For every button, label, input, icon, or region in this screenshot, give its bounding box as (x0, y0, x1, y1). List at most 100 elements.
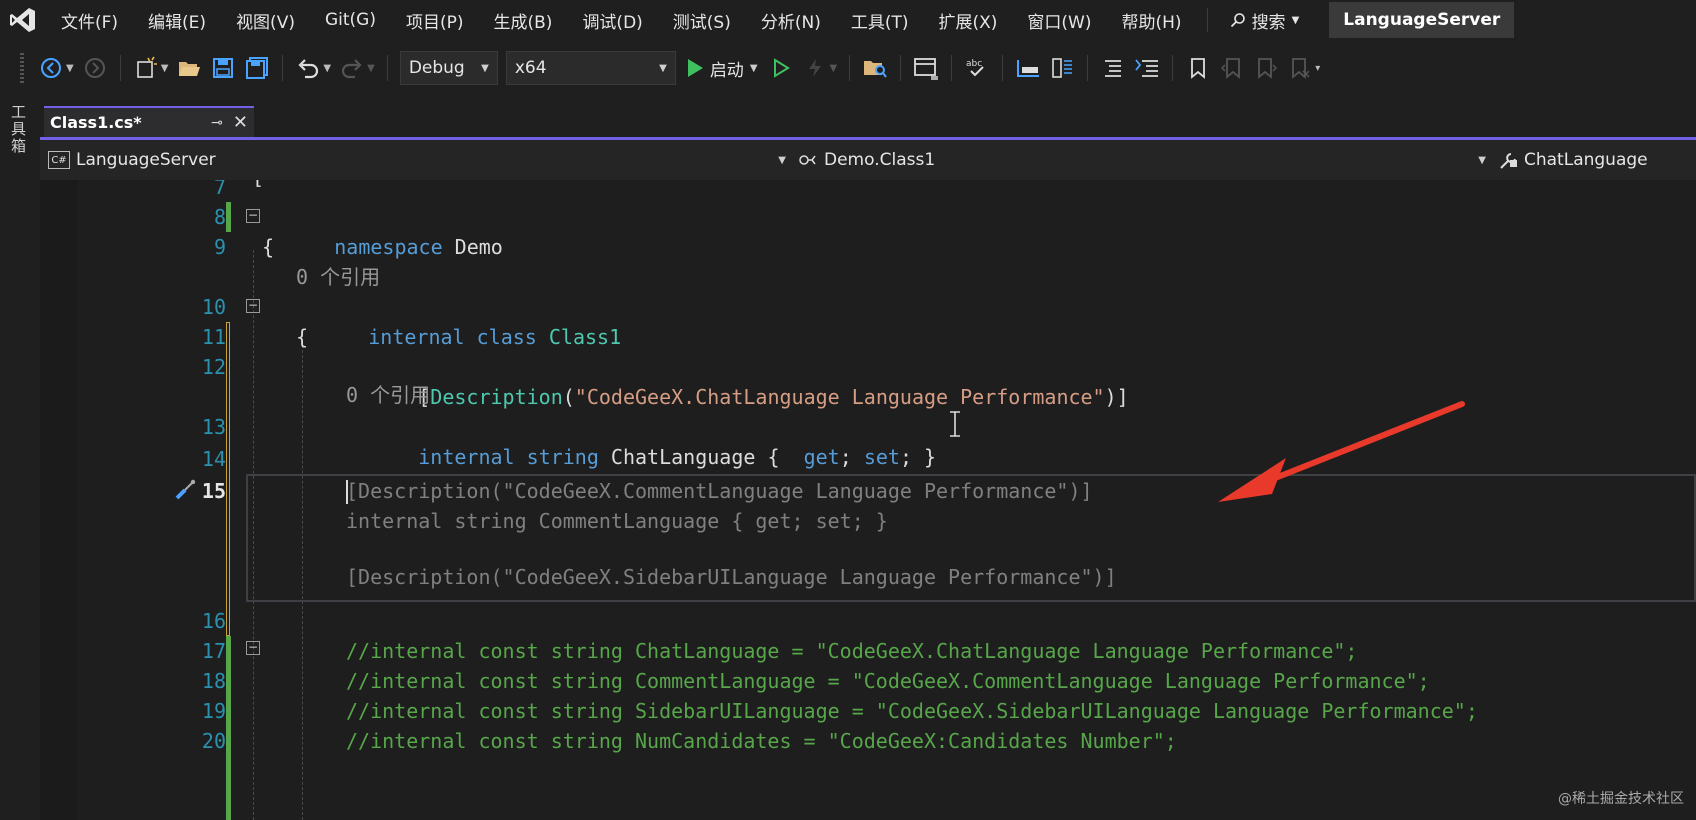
code-line: 17 //internal const string ChatLanguage … (40, 636, 1696, 666)
redo-button[interactable] (338, 53, 366, 83)
window-layout-icon (914, 58, 939, 80)
comment-text: //internal const string NumCandidates = … (346, 729, 1177, 753)
play-outline-icon (773, 58, 790, 78)
codelens-button[interactable] (1014, 53, 1042, 83)
toggle-window-button[interactable] (912, 53, 940, 83)
clear-bookmarks-button (1286, 53, 1314, 83)
line-number: 7 (213, 180, 226, 199)
find-in-files-button[interactable] (861, 53, 889, 83)
line-number: 10 (201, 295, 226, 319)
navigate-back-button[interactable] (37, 53, 65, 83)
code-editor[interactable]: − − − [ 7 8 namespace Demo 9 { 0 个引用 10 … (40, 180, 1696, 820)
chevron-down-icon[interactable]: ▼ (66, 63, 74, 74)
menu-file[interactable]: 文件(F) (46, 8, 133, 33)
codelens-icon (1017, 60, 1040, 77)
toolbar-overflow-icon[interactable]: ▾ (1315, 63, 1320, 74)
toolbar-grip[interactable] (20, 53, 24, 83)
comment-text: //internal const string SidebarUILanguag… (346, 699, 1478, 723)
code-map-icon (1052, 58, 1073, 78)
uncomment-button[interactable] (1133, 53, 1161, 83)
code-line: 16 (40, 606, 1696, 636)
navigate-forward-button[interactable] (81, 53, 109, 83)
uncomment-lines-icon (1135, 59, 1159, 77)
menu-analyze[interactable]: 分析(N) (746, 8, 836, 33)
search-label: 搜索 (1251, 12, 1286, 33)
code-line: 10 internal class Class1 (40, 292, 1696, 349)
comment-lines-icon (1105, 60, 1122, 77)
code-text: { (262, 235, 275, 259)
member-dropdown[interactable]: ChatLanguage (1496, 145, 1696, 175)
chevron-down-icon: ▼ (1478, 154, 1486, 166)
close-icon[interactable]: ✕ (233, 112, 248, 133)
text-cursor-icon (950, 411, 960, 437)
chevron-down-icon[interactable]: ▼ (323, 63, 331, 74)
line-number: 19 (201, 699, 226, 723)
menu-divider (1206, 8, 1208, 32)
toolbox-tab[interactable]: 工具箱 (8, 104, 29, 155)
menu-tools[interactable]: 工具(T) (836, 8, 924, 33)
save-all-button[interactable] (243, 53, 271, 83)
toggle-bookmark-button[interactable] (1184, 53, 1212, 83)
csharp-project-icon: C# (48, 151, 70, 169)
menu-extensions[interactable]: 扩展(X) (924, 8, 1013, 33)
project-dropdown[interactable]: C# LanguageServer ▼ (40, 145, 796, 175)
side-tool-strip: 工具箱 (0, 96, 40, 820)
code-line: 20 //internal const string NumCandidates… (40, 726, 1696, 756)
ghost-suggestion-text: [Description("CodeGeeX.SidebarUILanguage… (346, 565, 1117, 589)
navigate-forward-icon (84, 58, 105, 78)
class-icon (799, 155, 816, 165)
line-number: 17 (201, 639, 226, 663)
codelens-references-link[interactable]: 0 个引用 (296, 262, 380, 292)
svg-text:abc: abc (966, 59, 982, 69)
spell-check-button[interactable]: abc (963, 53, 991, 83)
undo-icon (298, 59, 319, 79)
quick-actions-screwdriver-icon[interactable] (173, 478, 197, 502)
save-button[interactable] (209, 53, 237, 83)
line-number: 14 (201, 447, 226, 471)
bookmark-clear-icon (1292, 58, 1310, 79)
chevron-down-icon: ▼ (778, 154, 786, 166)
start-without-debugging-button[interactable] (767, 53, 795, 83)
code-line: 9 { (40, 232, 1696, 262)
spell-check-icon: abc (966, 59, 984, 77)
code-line: 18 //internal const string CommentLangua… (40, 666, 1696, 696)
type-name: Demo.Class1 (824, 150, 936, 170)
undo-button[interactable] (294, 53, 322, 83)
redo-icon (342, 59, 362, 79)
menu-git[interactable]: Git(G) (310, 10, 391, 30)
save-icon (213, 58, 234, 78)
menu-edit[interactable]: 编辑(E) (133, 8, 221, 33)
chevron-down-icon: ▼ (659, 62, 667, 74)
type-dropdown[interactable]: Demo.Class1 ▼ (796, 145, 1496, 175)
pin-icon[interactable]: ⊸ (211, 115, 223, 131)
code-map-button[interactable] (1048, 53, 1076, 83)
menu-project[interactable]: 项目(P) (391, 8, 479, 33)
project-name: LanguageServer (76, 150, 216, 170)
chevron-down-icon[interactable]: ▼ (161, 63, 169, 74)
menu-help[interactable]: 帮助(H) (1107, 8, 1197, 33)
comment-out-button[interactable] (1099, 53, 1127, 83)
line-number: 11 (201, 325, 226, 349)
bookmark-icon (1191, 58, 1206, 79)
new-project-button[interactable] (132, 53, 160, 83)
code-text: { (296, 325, 309, 349)
menu-window[interactable]: 窗口(W) (1012, 8, 1106, 33)
play-icon (687, 59, 703, 77)
start-debugging-button[interactable]: 启动 ▼ (686, 56, 758, 81)
previous-bookmark-button (1218, 53, 1246, 83)
codelens-references-link[interactable]: 0 个引用 (346, 380, 430, 410)
menu-test[interactable]: 测试(S) (658, 8, 746, 33)
menu-build[interactable]: 生成(B) (479, 8, 568, 33)
solution-configuration-dropdown[interactable]: Debug ▼ (399, 51, 498, 85)
solution-platform-dropdown[interactable]: x64 ▼ (505, 51, 676, 85)
tab-class1-cs[interactable]: Class1.cs* ⊸ ✕ (44, 106, 254, 137)
toolbar-divider (900, 55, 902, 81)
line-number: 8 (213, 205, 226, 229)
menu-view[interactable]: 视图(V) (221, 8, 310, 33)
menu-debug[interactable]: 调试(D) (567, 8, 657, 33)
open-file-button[interactable] (175, 53, 203, 83)
code-line: 8 namespace Demo (40, 202, 1696, 259)
visual-studio-logo-icon[interactable] (0, 0, 46, 40)
comment-text: //internal const string CommentLanguage … (346, 669, 1430, 693)
search-button[interactable]: 搜索 ▼ (1218, 8, 1312, 33)
